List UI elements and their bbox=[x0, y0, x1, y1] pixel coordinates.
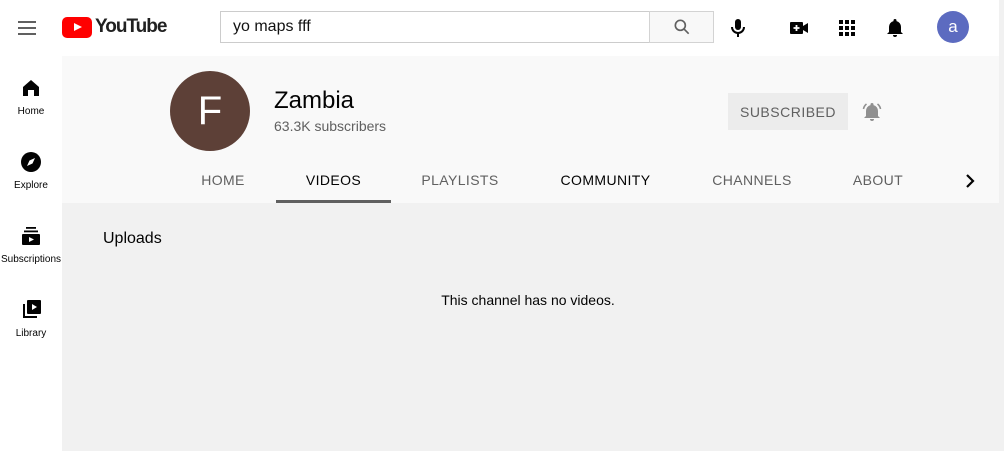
home-icon bbox=[23, 80, 39, 96]
sidebar: Home Explore Subscriptions Library bbox=[0, 56, 62, 451]
search-button[interactable] bbox=[649, 11, 714, 43]
sidebar-label-explore: Explore bbox=[14, 180, 48, 191]
channel-name: Zambia bbox=[274, 87, 355, 114]
subscriptions-icon bbox=[22, 227, 40, 245]
youtube-logo[interactable]: YouTube bbox=[62, 16, 167, 38]
top-bar: YouTube a bbox=[0, 0, 1004, 56]
sidebar-item-home[interactable]: Home bbox=[0, 56, 62, 130]
account-avatar[interactable]: a bbox=[937, 11, 969, 43]
account-avatar-letter: a bbox=[948, 17, 958, 36]
tab-about[interactable]: ABOUT bbox=[822, 156, 934, 203]
subscribed-button[interactable]: SUBSCRIBED bbox=[728, 93, 848, 130]
search-input[interactable] bbox=[220, 11, 650, 43]
uploads-heading: Uploads bbox=[103, 230, 162, 247]
notifications-bell-icon[interactable] bbox=[883, 16, 907, 40]
tab-home[interactable]: HOME bbox=[170, 156, 276, 203]
create-video-icon[interactable] bbox=[787, 16, 811, 40]
menu-icon[interactable] bbox=[16, 16, 40, 40]
logo-text: YouTube bbox=[95, 16, 167, 37]
mic-icon[interactable] bbox=[726, 16, 750, 40]
channel-avatar: F bbox=[170, 71, 250, 151]
tab-playlists[interactable]: PLAYLISTS bbox=[391, 156, 529, 203]
library-icon bbox=[23, 300, 41, 318]
sidebar-label-home: Home bbox=[17, 106, 45, 117]
tab-videos[interactable]: VIDEOS bbox=[276, 156, 391, 203]
apps-grid-icon[interactable] bbox=[835, 16, 859, 40]
tab-channels[interactable]: CHANNELS bbox=[682, 156, 822, 203]
sidebar-label-subscriptions: Subscriptions bbox=[0, 254, 62, 265]
sidebar-item-library[interactable]: Library bbox=[0, 278, 62, 352]
sidebar-label-library: Library bbox=[15, 328, 47, 339]
compass-icon bbox=[21, 152, 41, 172]
sidebar-item-subscriptions[interactable]: Subscriptions bbox=[0, 204, 62, 278]
chevron-right-icon[interactable] bbox=[958, 169, 982, 198]
videos-content: Uploads This channel has no videos. bbox=[62, 203, 999, 451]
youtube-play-icon bbox=[62, 16, 92, 38]
sidebar-item-explore[interactable]: Explore bbox=[0, 130, 62, 204]
subscriber-count: 63.3K subscribers bbox=[274, 118, 387, 134]
channel-avatar-letter: F bbox=[197, 88, 223, 133]
tab-community[interactable]: COMMUNITY bbox=[529, 156, 682, 203]
channel-notification-bell-icon[interactable] bbox=[860, 100, 884, 129]
channel-header: F Zambia 63.3K subscribers SUBSCRIBED HO… bbox=[62, 56, 999, 203]
search-icon bbox=[674, 19, 689, 35]
page-scrollbar[interactable] bbox=[999, 0, 1004, 451]
empty-state-message: This channel has no videos. bbox=[441, 292, 615, 308]
